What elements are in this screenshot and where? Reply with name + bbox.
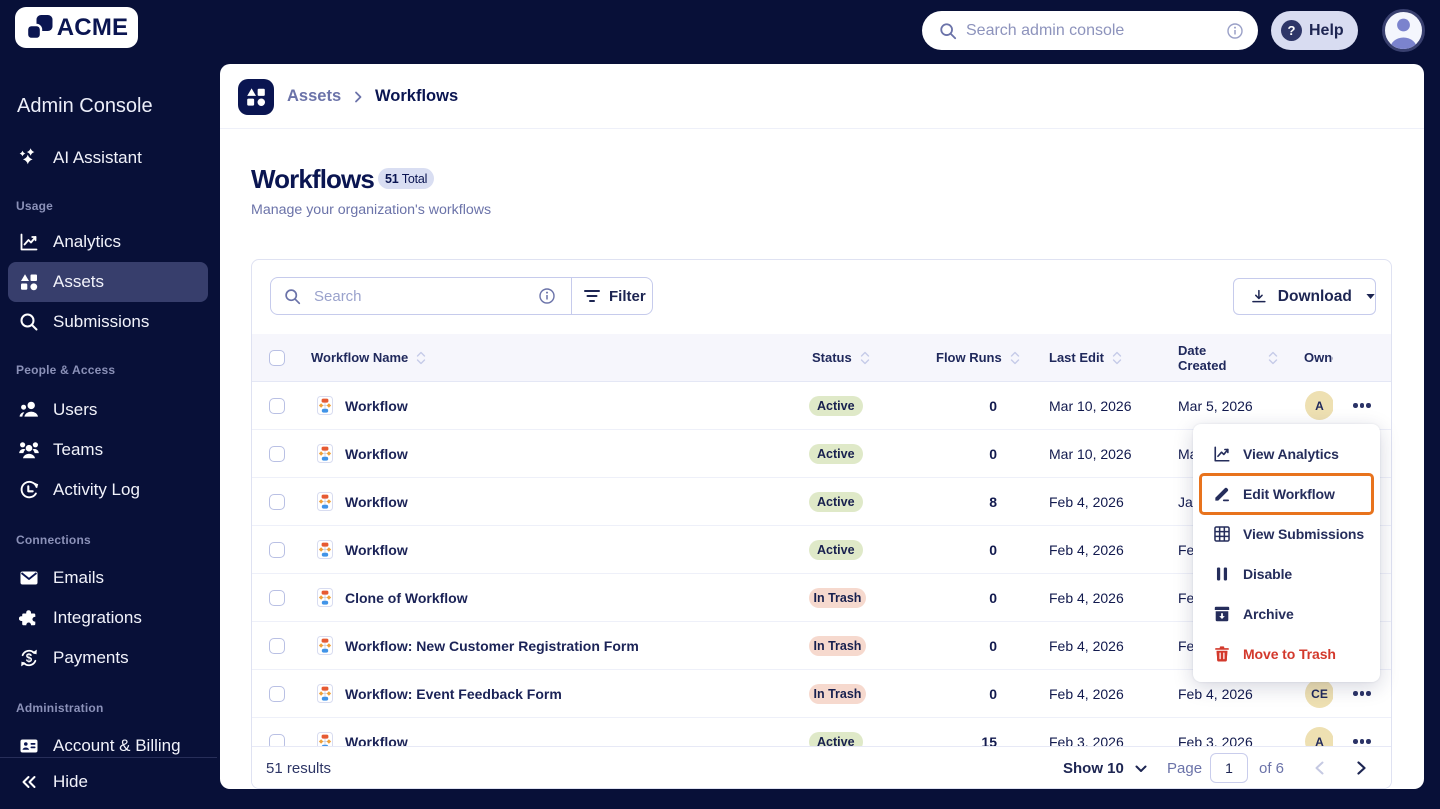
svg-text:$: $ (26, 653, 33, 665)
